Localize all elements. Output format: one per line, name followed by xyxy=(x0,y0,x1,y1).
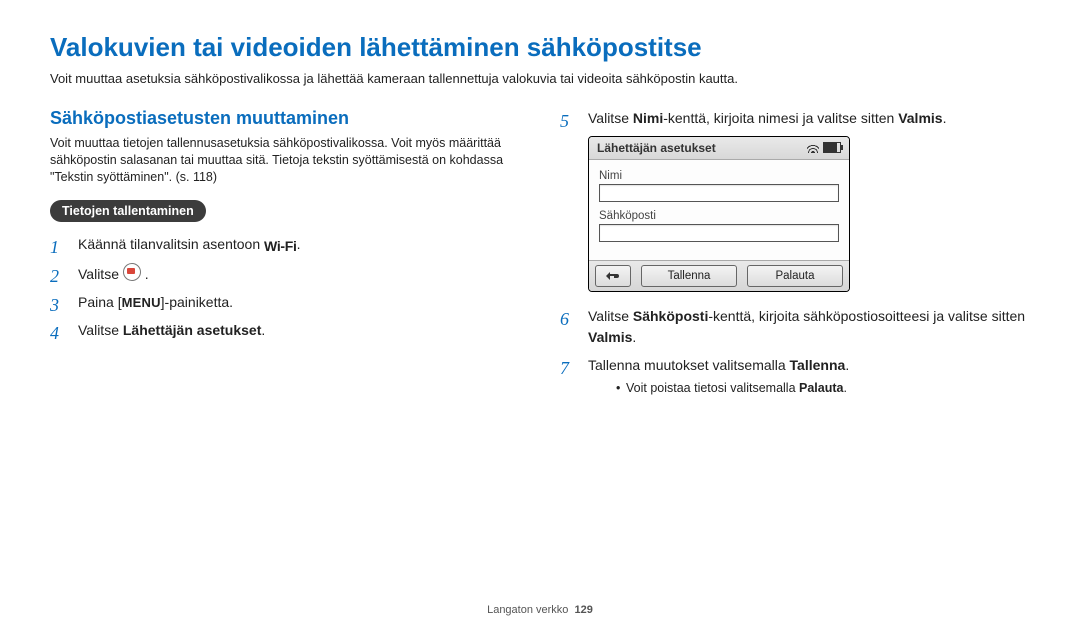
page-footer: Langaton verkko 129 xyxy=(0,604,1080,616)
step-number: 4 xyxy=(50,320,59,348)
footer-section: Langaton verkko xyxy=(487,604,568,616)
device-field-email[interactable] xyxy=(599,224,839,242)
step-2-text-pre: Valitse xyxy=(78,266,123,282)
step-5-b1: Nimi xyxy=(633,110,663,126)
step-6: 6 Valitse Sähköposti-kenttä, kirjoita sä… xyxy=(560,306,1030,349)
left-column: Sähköpostiasetusten muuttaminen Voit muu… xyxy=(50,108,520,404)
step-6-post: . xyxy=(632,329,636,345)
device-reset-button[interactable]: Palauta xyxy=(747,265,843,287)
step-7-note-post: . xyxy=(843,381,846,395)
subhead-description: Voit muuttaa tietojen tallennusasetuksia… xyxy=(50,135,520,186)
step-4-bold: Lähettäjän asetukset xyxy=(123,322,262,338)
step-5-b2: Valmis xyxy=(898,110,942,126)
email-app-icon xyxy=(123,263,141,281)
step-6-mid: -kenttä, kirjoita sähköpostiosoitteesi j… xyxy=(708,308,1025,324)
subhead-email-settings: Sähköpostiasetusten muuttaminen xyxy=(50,108,520,129)
step-3-text-post: ]-painiketta. xyxy=(161,294,233,310)
device-body: Nimi Sähköposti xyxy=(589,160,849,260)
step-number: 2 xyxy=(50,263,59,291)
step-7: 7 Tallenna muutokset valitsemalla Tallen… xyxy=(560,355,1030,398)
step-4-text-post: . xyxy=(261,322,265,338)
step-2-text-post: . xyxy=(141,266,149,282)
step-4: 4 Valitse Lähettäjän asetukset. xyxy=(50,320,520,342)
step-7-note: Voit poistaa tietosi valitsemalla Palaut… xyxy=(616,379,1030,398)
right-column: 5 Valitse Nimi-kenttä, kirjoita nimesi j… xyxy=(560,108,1030,404)
device-header-title: Lähettäjän asetukset xyxy=(597,141,716,155)
pill-tietojen-tallentaminen: Tietojen tallentaminen xyxy=(50,200,206,222)
page-title: Valokuvien tai videoiden lähettäminen sä… xyxy=(50,32,1030,63)
step-5-mid: -kenttä, kirjoita nimesi ja valitse sitt… xyxy=(663,110,898,126)
step-7-post: . xyxy=(845,357,849,373)
step-number: 5 xyxy=(560,108,569,136)
device-field-name[interactable] xyxy=(599,184,839,202)
step-6-b2: Valmis xyxy=(588,329,632,345)
step-6-b1: Sähköposti xyxy=(633,308,708,324)
step-6-text-pre: Valitse xyxy=(588,308,633,324)
step-7-note-pre: Voit poistaa tietosi valitsemalla xyxy=(626,381,799,395)
step-number: 1 xyxy=(50,234,59,262)
intro-text: Voit muuttaa asetuksia sähköpostivalikos… xyxy=(50,71,1030,86)
step-5-post: . xyxy=(943,110,947,126)
battery-icon xyxy=(823,142,841,153)
step-7-b1: Tallenna xyxy=(790,357,846,373)
step-1-text-pre: Käännä tilanvalitsin asentoon xyxy=(78,236,264,252)
device-back-button[interactable] xyxy=(595,265,631,287)
device-save-button[interactable]: Tallenna xyxy=(641,265,737,287)
wifi-signal-icon xyxy=(807,143,819,153)
step-number: 7 xyxy=(560,355,569,383)
step-7-note-b: Palauta xyxy=(799,381,843,395)
step-3: 3 Paina [MENU]-painiketta. xyxy=(50,292,520,314)
back-arrow-icon xyxy=(605,271,621,281)
wifi-icon: Wi-Fi xyxy=(264,236,297,258)
device-screenshot: Lähettäjän asetukset Nimi Sähköposti xyxy=(588,136,850,292)
step-4-text-pre: Valitse xyxy=(78,322,123,338)
device-label-email: Sähköposti xyxy=(599,210,839,222)
step-7-text-pre: Tallenna muutokset valitsemalla xyxy=(588,357,790,373)
step-number: 3 xyxy=(50,292,59,320)
footer-page-number: 129 xyxy=(575,604,593,616)
menu-button-label: MENU xyxy=(122,295,161,310)
step-5-text-pre: Valitse xyxy=(588,110,633,126)
step-5: 5 Valitse Nimi-kenttä, kirjoita nimesi j… xyxy=(560,108,1030,130)
step-1-text-post: . xyxy=(297,236,301,252)
step-2: 2 Valitse . xyxy=(50,263,520,286)
device-footer: Tallenna Palauta xyxy=(589,260,849,291)
step-3-text-pre: Paina [ xyxy=(78,294,122,310)
device-label-name: Nimi xyxy=(599,170,839,182)
device-header: Lähettäjän asetukset xyxy=(589,137,849,160)
step-number: 6 xyxy=(560,306,569,334)
step-1: 1 Käännä tilanvalitsin asentoon Wi-Fi. xyxy=(50,234,520,258)
